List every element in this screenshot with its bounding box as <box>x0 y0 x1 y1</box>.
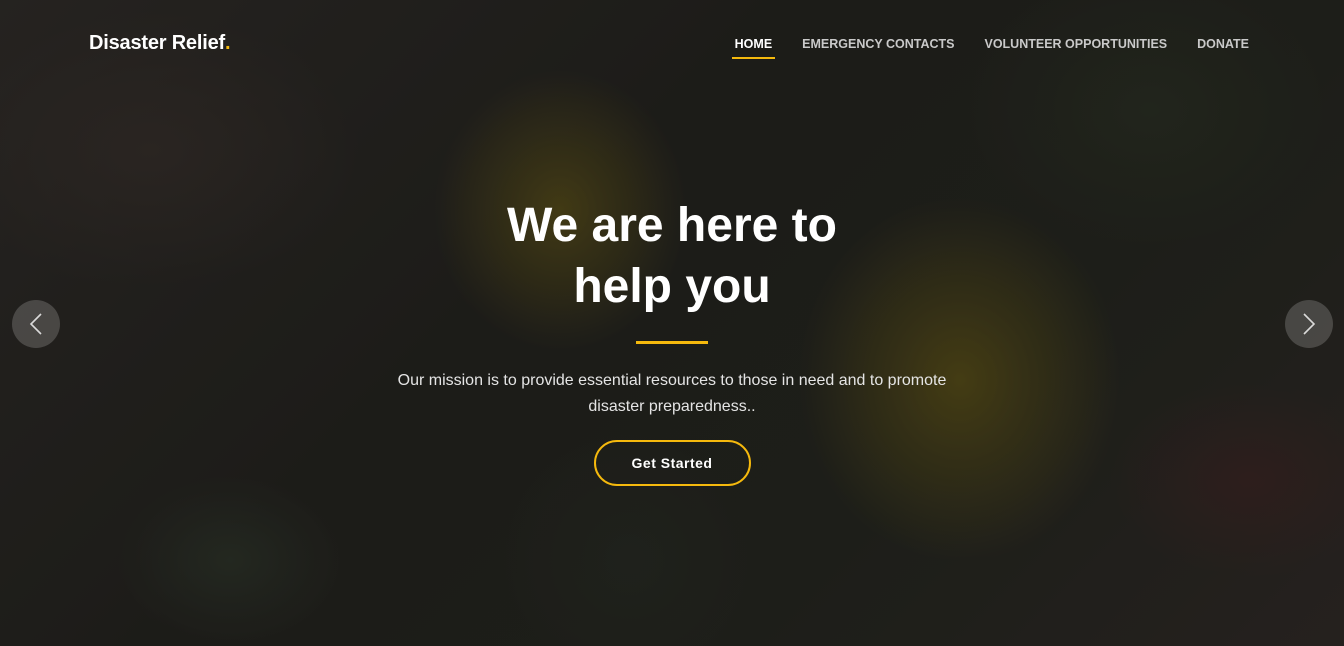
hero-title-line-2: help you <box>573 260 771 313</box>
nav-item-home[interactable]: HOME <box>720 37 788 59</box>
get-started-button[interactable]: Get Started <box>593 440 751 486</box>
logo-dot: . <box>224 32 231 54</box>
logo-text: Disaster Relief <box>89 32 225 54</box>
site-logo[interactable]: Disaster Relief. <box>89 32 231 55</box>
main-nav: HOME EMERGENCY CONTACTS VOLUNTEER OPPORT… <box>720 37 1264 59</box>
nav-item-emergency-contacts[interactable]: EMERGENCY CONTACTS <box>787 37 969 51</box>
nav-item-donate[interactable]: DONATE <box>1182 37 1264 51</box>
site-header: Disaster Relief. HOME EMERGENCY CONTACTS… <box>0 0 1344 90</box>
hero-content: We are here to help you Our mission is t… <box>0 195 1344 486</box>
hero-description: Our mission is to provide essential reso… <box>397 372 947 415</box>
hero-title: We are here to help you <box>462 195 882 317</box>
hero-section: Disaster Relief. HOME EMERGENCY CONTACTS… <box>0 0 1344 646</box>
nav-item-volunteer-opportunities[interactable]: VOLUNTEER OPPORTUNITIES <box>969 37 1182 51</box>
hero-title-line-1: We are here to <box>507 199 837 252</box>
hero-divider <box>636 341 708 344</box>
